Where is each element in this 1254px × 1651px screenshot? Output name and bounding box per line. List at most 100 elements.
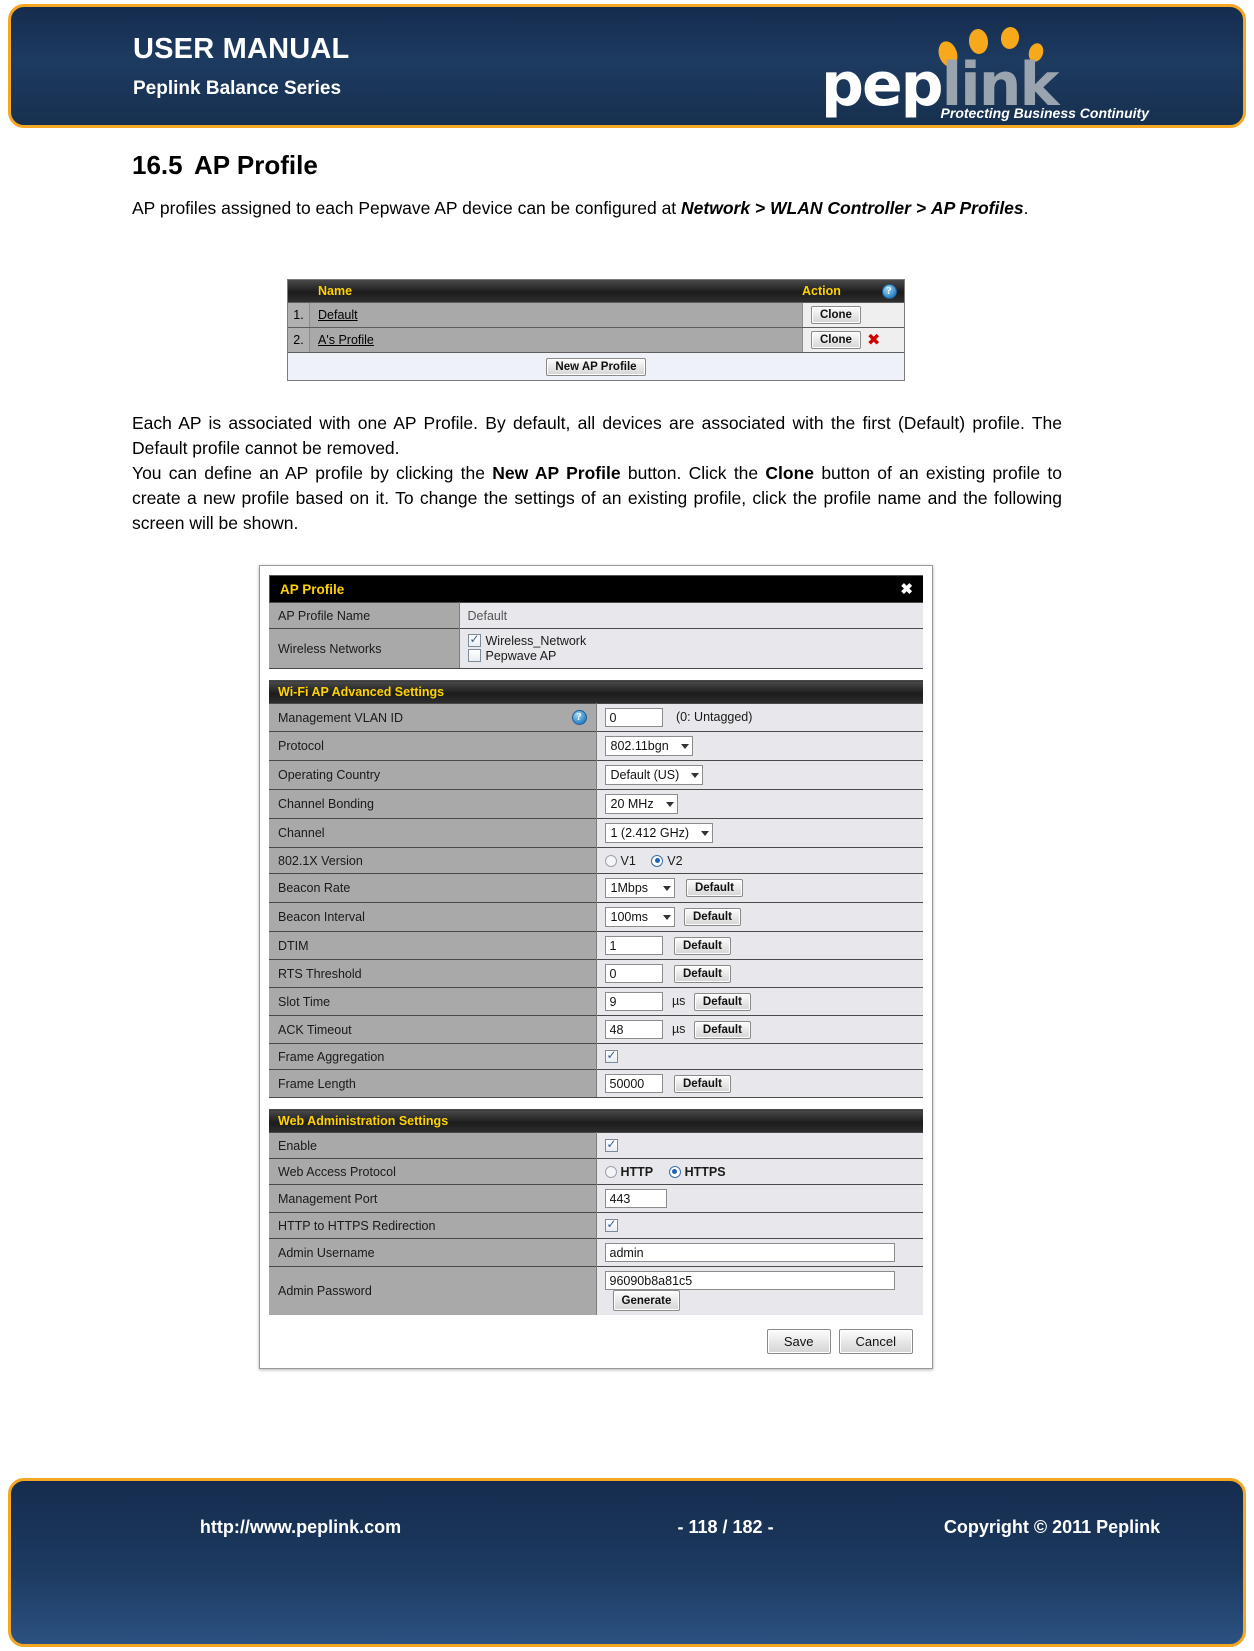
slot-time-input[interactable] xyxy=(604,992,663,1011)
profile-link-default[interactable]: Default xyxy=(318,308,358,322)
value-8021x-version: V1 V2 xyxy=(596,847,923,874)
frame-length-default-button[interactable]: Default xyxy=(673,1074,731,1093)
footer-row: http://www.peplink.com - 118 / 182 - Cop… xyxy=(11,1517,1243,1538)
label-web-enable: Enable xyxy=(269,1132,597,1159)
footer-url[interactable]: http://www.peplink.com xyxy=(11,1517,590,1538)
value-dtim: Default xyxy=(596,931,923,960)
logo-dot-3 xyxy=(999,25,1021,51)
radio-8021x-v1[interactable] xyxy=(604,854,617,867)
value-frame-aggregation xyxy=(596,1043,923,1070)
page-title: 16.5 AP Profile xyxy=(132,150,318,181)
footer-page-number: - 118 / 182 - xyxy=(677,1517,774,1537)
row-beacon-interval: Beacon Interval 100ms Default xyxy=(269,902,923,932)
rts-threshold-default-button[interactable]: Default xyxy=(673,964,731,983)
profile-basic-table: AP Profile Name Default Wireless Network… xyxy=(269,602,923,668)
checkbox-wireless-network[interactable] xyxy=(467,632,481,647)
section-heading: AP Profile xyxy=(194,150,318,180)
ap-profile-list-header: Name Action ? xyxy=(288,280,904,302)
header-title: USER MANUAL xyxy=(133,33,350,65)
admin-password-input[interactable] xyxy=(604,1271,895,1290)
protocol-select[interactable]: 802.11bgn xyxy=(604,736,693,756)
clone-button[interactable]: Clone xyxy=(811,306,861,324)
frame-length-input[interactable] xyxy=(604,1074,663,1093)
profile-link-as-profile[interactable]: A's Profile xyxy=(318,333,374,347)
cancel-button[interactable]: Cancel xyxy=(838,1329,913,1354)
checkbox-http-to-https-redirection[interactable] xyxy=(604,1217,618,1232)
help-icon[interactable]: ? xyxy=(571,710,587,725)
wifi-group-title: Wi-Fi AP Advanced Settings xyxy=(269,680,923,704)
label-web-access-protocol: Web Access Protocol xyxy=(269,1158,597,1185)
dtim-default-button[interactable]: Default xyxy=(673,936,731,955)
label-operating-country: Operating Country xyxy=(269,760,597,790)
close-icon[interactable]: ✖ xyxy=(900,582,913,597)
channel-bonding-select[interactable]: 20 MHz xyxy=(604,794,678,814)
table-spacer xyxy=(269,1097,923,1110)
label-channel: Channel xyxy=(269,818,597,848)
help-icon[interactable]: ? xyxy=(881,284,897,299)
wifi-group-header-row: Wi-Fi AP Advanced Settings xyxy=(269,680,923,704)
value-protocol: 802.11bgn xyxy=(596,731,923,761)
row-admin-username: Admin Username xyxy=(269,1238,923,1267)
label-management-port: Management Port xyxy=(269,1184,597,1213)
vlan-untagged-hint: (0: Untagged) xyxy=(675,709,753,724)
page-footer: http://www.peplink.com - 118 / 182 - Cop… xyxy=(8,1478,1246,1647)
radio-https[interactable] xyxy=(668,1165,681,1178)
ack-timeout-unit: µs xyxy=(671,1021,686,1036)
label-8021x-v1: V1 xyxy=(620,853,636,868)
beacon-interval-select[interactable]: 100ms xyxy=(604,907,675,927)
manual-page: USER MANUAL Peplink Balance Series pepli… xyxy=(0,0,1254,1651)
table-row: 1. Default Clone xyxy=(288,302,904,327)
checkbox-web-enable[interactable] xyxy=(604,1137,618,1152)
value-operating-country: Default (US) xyxy=(596,760,923,790)
dialog-title: AP Profile xyxy=(280,581,345,597)
clone-button[interactable]: Clone xyxy=(811,331,861,349)
row-channel: Channel 1 (2.412 GHz) xyxy=(269,818,923,848)
logo-word-pep: pep xyxy=(821,50,944,120)
beacon-interval-default-button[interactable]: Default xyxy=(683,908,741,927)
intro-text-pre: AP profiles assigned to each Pepwave AP … xyxy=(132,198,682,218)
value-web-enable xyxy=(596,1132,923,1159)
delete-icon[interactable]: ✖ xyxy=(867,332,880,348)
beacon-rate-select[interactable]: 1Mbps xyxy=(604,878,675,898)
radio-8021x-v2[interactable] xyxy=(651,854,664,867)
header-subtitle: Peplink Balance Series xyxy=(133,78,342,99)
list-help-cell: ? xyxy=(874,283,904,299)
operating-country-select[interactable]: Default (US) xyxy=(604,765,704,785)
row-name-cell: A's Profile xyxy=(310,328,802,352)
paragraph-two: Each AP is associated with one AP Profil… xyxy=(132,413,1062,458)
footer-copyright: Copyright © 2011 Peplink xyxy=(943,1517,1161,1537)
label-management-vlan-id: Management VLAN ID ? xyxy=(269,703,597,732)
row-ack-timeout: ACK Timeout µs Default xyxy=(269,1015,923,1044)
web-group-title: Web Administration Settings xyxy=(269,1109,923,1133)
admin-username-input[interactable] xyxy=(604,1243,895,1262)
management-port-input[interactable] xyxy=(604,1189,667,1208)
para3-text-c: button. Click the xyxy=(620,463,766,483)
dtim-input[interactable] xyxy=(604,936,663,955)
ack-timeout-input[interactable] xyxy=(604,1020,663,1039)
channel-select-value: 1 (2.412 GHz) xyxy=(610,826,690,840)
label-8021x-version: 802.1X Version xyxy=(269,847,597,874)
generate-password-button[interactable]: Generate xyxy=(612,1290,681,1311)
label-wireless-network: Wireless_Network xyxy=(485,634,587,648)
slot-time-default-button[interactable]: Default xyxy=(693,992,751,1011)
row-web-access-protocol: Web Access Protocol HTTP HTTPS xyxy=(269,1158,923,1185)
chevron-down-icon xyxy=(665,801,674,807)
peplink-logo: peplink Protecting Business Continuity xyxy=(821,21,1151,121)
value-ack-timeout: µs Default xyxy=(596,1015,923,1044)
checkbox-frame-aggregation[interactable] xyxy=(604,1048,618,1063)
ack-timeout-default-button[interactable]: Default xyxy=(693,1020,751,1039)
new-ap-profile-button[interactable]: New AP Profile xyxy=(546,357,646,376)
section-number: 16.5 xyxy=(132,150,183,180)
label-http-to-https-redirection: HTTP to HTTPS Redirection xyxy=(269,1212,597,1239)
save-button[interactable]: Save xyxy=(766,1329,831,1354)
label-ap-profile-name: AP Profile Name xyxy=(269,602,460,629)
beacon-rate-default-button[interactable]: Default xyxy=(685,879,743,898)
management-vlan-id-input[interactable] xyxy=(604,708,663,727)
intro-text-post: . xyxy=(1023,198,1029,218)
checkbox-pepwave-ap[interactable] xyxy=(467,649,481,662)
radio-http[interactable] xyxy=(604,1165,617,1178)
rts-threshold-input[interactable] xyxy=(604,964,663,983)
label-slot-time: Slot Time xyxy=(269,987,597,1016)
channel-select[interactable]: 1 (2.412 GHz) xyxy=(604,823,714,843)
label-channel-bonding: Channel Bonding xyxy=(269,789,597,819)
